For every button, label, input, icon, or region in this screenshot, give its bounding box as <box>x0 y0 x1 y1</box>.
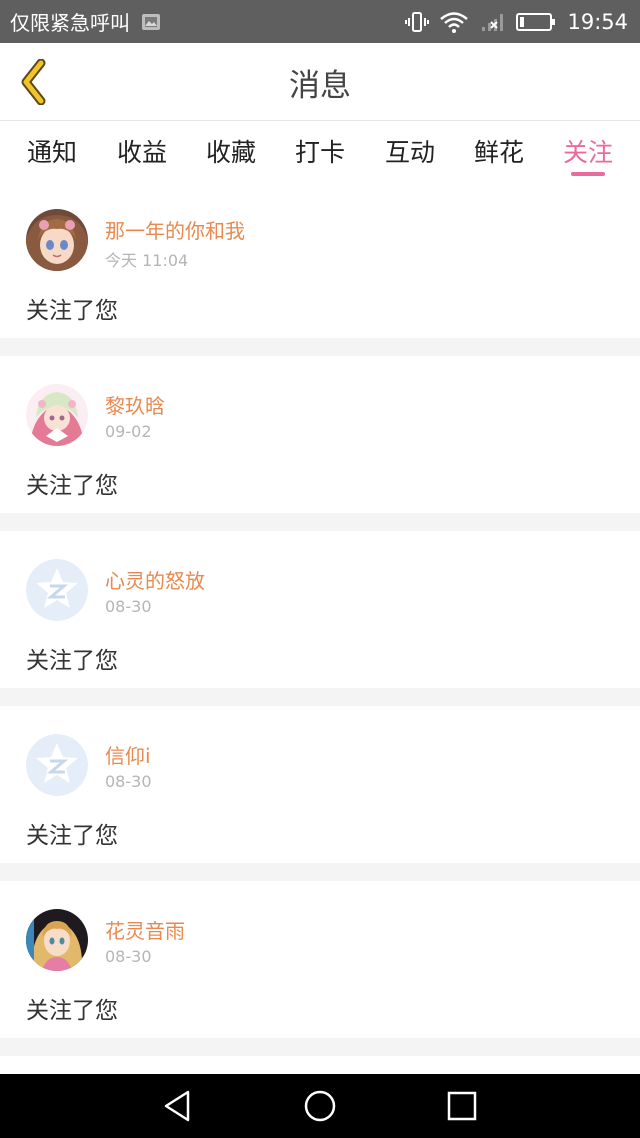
screen: 仅限紧急呼叫 19:54 消息 通知 收益 收藏 打卡 互动 鲜花 关注 那一年… <box>0 0 640 1138</box>
user-name[interactable]: 信仰i <box>105 740 151 769</box>
status-bar: 仅限紧急呼叫 19:54 <box>0 0 640 43</box>
tab-notifications[interactable]: 通知 <box>24 121 80 181</box>
list-item[interactable]: 花灵音雨 08-30 关注了您 <box>0 881 640 1038</box>
tab-checkin[interactable]: 打卡 <box>292 121 348 181</box>
tab-favorites[interactable]: 收藏 <box>203 121 259 181</box>
vibrate-icon <box>405 10 430 34</box>
default-qzone-avatar[interactable] <box>26 559 88 621</box>
status-left: 仅限紧急呼叫 <box>10 7 162 36</box>
message-date: 08-30 <box>105 772 152 791</box>
message-text: 关注了您 <box>26 823 118 849</box>
anime-girl-blonde-avatar[interactable] <box>26 909 88 971</box>
user-name[interactable]: 黎玖晗 <box>105 390 165 419</box>
message-text: 关注了您 <box>26 298 118 324</box>
message-date: 08-30 <box>105 597 152 616</box>
user-name[interactable]: 花灵音雨 <box>105 915 185 944</box>
carrier-text: 仅限紧急呼叫 <box>10 11 130 35</box>
header: 消息 <box>0 43 640 121</box>
back-triangle-icon[interactable] <box>160 1088 196 1124</box>
wifi-icon <box>439 10 469 34</box>
message-date: 09-02 <box>105 422 152 441</box>
default-qzone-avatar[interactable] <box>26 734 88 796</box>
user-name[interactable]: 那一年的你和我 <box>105 215 245 244</box>
active-tab-indicator <box>571 172 605 176</box>
message-text: 关注了您 <box>26 648 118 674</box>
list-item[interactable]: 黎玖晗 09-02 关注了您 <box>0 356 640 513</box>
tab-flowers[interactable]: 鲜花 <box>471 121 527 181</box>
message-date: 今天 11:04 <box>105 251 189 270</box>
list-item[interactable]: 心灵的怒放 08-30 关注了您 <box>0 531 640 688</box>
message-date: 08-30 <box>105 947 152 966</box>
anime-girl-pink-avatar[interactable] <box>26 384 88 446</box>
page-title: 消息 <box>289 67 351 104</box>
list-item[interactable]: 信仰i 08-30 关注了您 <box>0 706 640 863</box>
image-notification-icon <box>140 11 162 33</box>
anime-girl-avatar[interactable] <box>26 209 88 271</box>
tab-interactions[interactable]: 互动 <box>382 121 438 181</box>
recents-square-icon[interactable] <box>444 1088 480 1124</box>
clock-text: 19:54 <box>567 9 628 34</box>
message-text: 关注了您 <box>26 473 118 499</box>
user-name[interactable]: 心灵的怒放 <box>105 565 205 594</box>
status-right: 19:54 <box>405 10 628 34</box>
tab-bar: 通知 收益 收藏 打卡 互动 鲜花 关注 <box>0 121 640 181</box>
message-text: 关注了您 <box>26 998 118 1024</box>
tab-earnings[interactable]: 收益 <box>114 121 170 181</box>
nav-bar <box>0 1074 640 1138</box>
list-item[interactable]: 那一年的你和我 今天 11:04 关注了您 <box>0 181 640 338</box>
no-signal-icon <box>479 10 505 34</box>
battery-icon <box>515 11 557 33</box>
home-circle-icon[interactable] <box>302 1088 338 1124</box>
list-item <box>0 1056 640 1076</box>
